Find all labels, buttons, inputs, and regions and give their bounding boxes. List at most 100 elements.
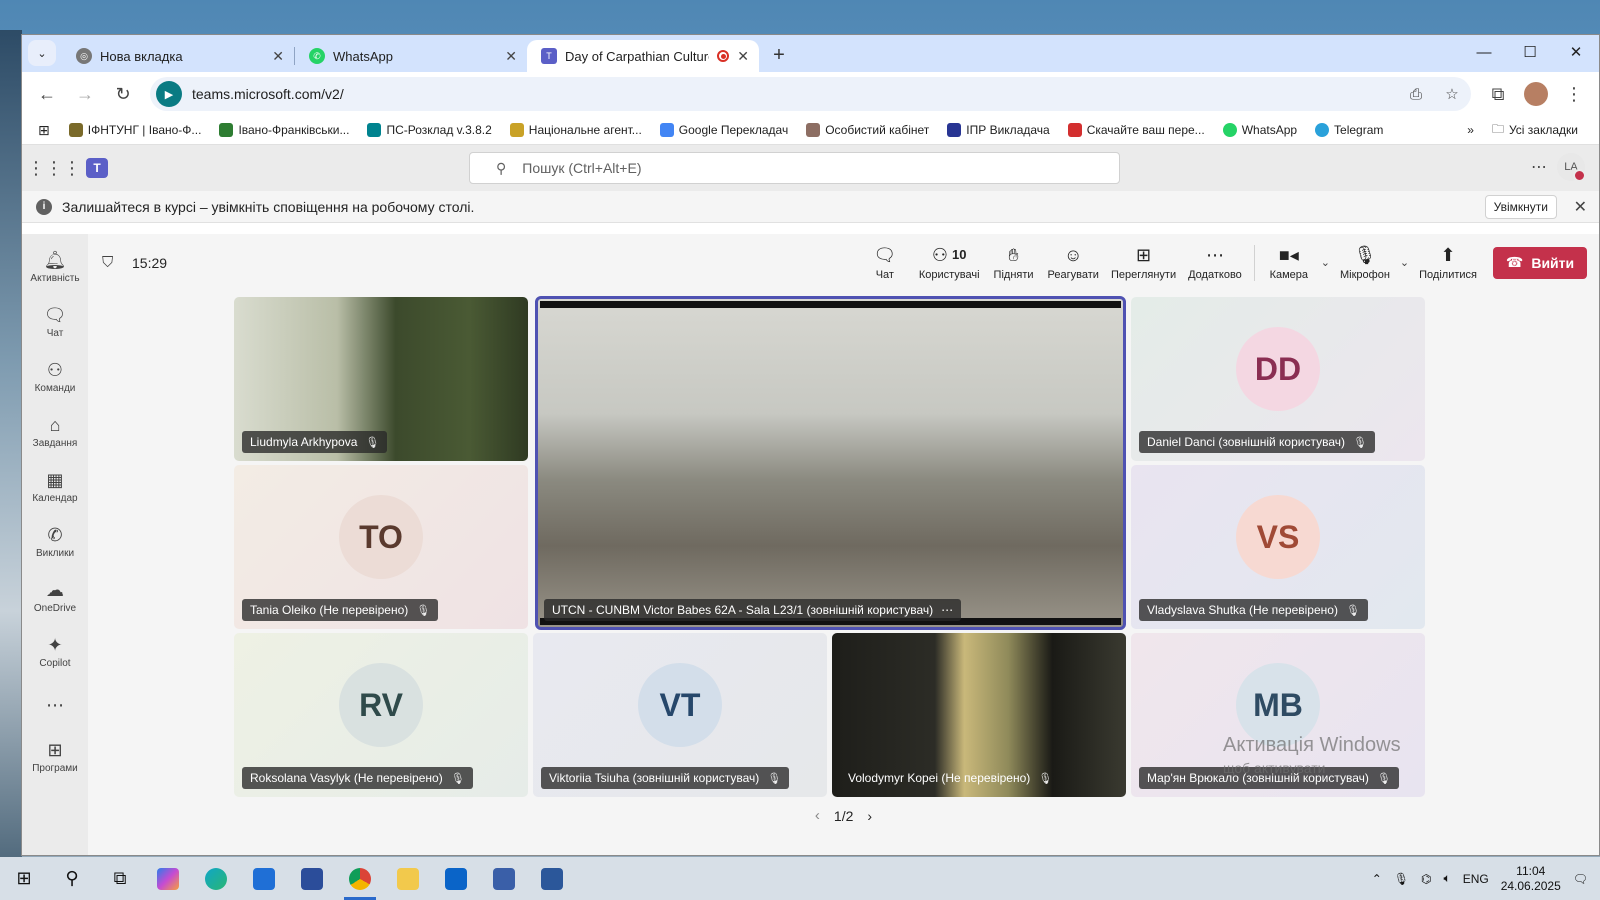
tab-teams-meeting[interactable]: T Day of Carpathian Culture ( ✕: [527, 40, 759, 72]
chevron-left-icon[interactable]: ‹: [815, 807, 820, 824]
copilot-icon[interactable]: [144, 857, 192, 900]
reload-icon[interactable]: ↻: [106, 77, 140, 111]
calculator-icon[interactable]: [480, 857, 528, 900]
rail-item-chat[interactable]: 🗨 Чат: [22, 295, 88, 350]
install-app-icon[interactable]: ⎙: [1403, 86, 1429, 103]
close-icon[interactable]: ✕: [1574, 197, 1587, 217]
more-options-icon[interactable]: ⋯: [1531, 157, 1547, 177]
raise-hand-button[interactable]: ✋︎ Підняти: [986, 244, 1042, 281]
chat-button[interactable]: 🗨 Чат: [857, 244, 913, 281]
leave-button[interactable]: ☎ Вийти: [1493, 246, 1587, 279]
apps-grid-icon[interactable]: ⊞: [34, 122, 60, 139]
bookmark-item[interactable]: Скачайте ваш пере...: [1059, 123, 1214, 137]
bookmark-favicon-icon: [1315, 123, 1330, 137]
extensions-icon[interactable]: ⧉: [1481, 77, 1515, 111]
participant-tile[interactable]: Liudmyla Arkhypova 🎙︎: [234, 297, 528, 461]
new-tab-button[interactable]: +: [765, 41, 793, 69]
tab-title: WhatsApp: [333, 48, 393, 64]
store-icon[interactable]: [240, 857, 288, 900]
participant-tile[interactable]: Volodymyr Kopei (Не перевірено) 🎙︎: [832, 633, 1126, 797]
address-bar[interactable]: ▶ teams.microsoft.com/v2/ ⎙ ☆: [150, 77, 1471, 111]
back-icon[interactable]: ←: [30, 77, 64, 111]
bookmark-item[interactable]: Telegram: [1306, 123, 1392, 137]
close-window-icon[interactable]: ✕: [1553, 35, 1599, 69]
chat-icon: 🗨: [873, 245, 897, 265]
more-apps-icon[interactable]: ⋯: [46, 680, 64, 730]
tab-search-button[interactable]: ⌄: [28, 40, 56, 66]
bookmark-star-icon[interactable]: ☆: [1439, 85, 1465, 103]
mic-off-icon: 🎙︎: [1038, 772, 1053, 785]
chevron-up-icon[interactable]: ⌃: [1372, 872, 1382, 886]
rail-item-calendar[interactable]: ▦ Календар: [22, 460, 88, 515]
windows-start-icon[interactable]: ⊞: [0, 857, 48, 900]
bookmark-item[interactable]: ІФНТУНГ | Івано-Ф...: [60, 123, 211, 137]
tab-close-icon[interactable]: ✕: [737, 48, 749, 65]
volume-icon[interactable]: 🔈︎: [1443, 871, 1450, 886]
search-icon[interactable]: ⚲: [48, 857, 96, 900]
microphone-icon[interactable]: 🎙︎: [1394, 872, 1409, 886]
rail-item-activity[interactable]: 🔔︎ Активність: [22, 240, 88, 295]
app-launcher-icon[interactable]: ⋮⋮⋮: [22, 158, 86, 179]
bookmark-item[interactable]: Національне агент...: [501, 123, 651, 137]
bookmark-item[interactable]: WhatsApp: [1214, 123, 1306, 137]
clock[interactable]: 11:04 24.06.2025: [1501, 864, 1561, 894]
file-explorer-icon[interactable]: [384, 857, 432, 900]
participant-tile[interactable]: TO Tania Oleiko (Не перевірено) 🎙︎: [234, 465, 528, 629]
people-button[interactable]: ⚇ 10 Користувачі: [913, 244, 986, 281]
participant-tile[interactable]: DD Daniel Danci (зовнішній користувач) 🎙︎: [1131, 297, 1425, 461]
language-indicator[interactable]: ENG: [1463, 872, 1489, 886]
profile-avatar[interactable]: [1519, 77, 1553, 111]
network-icon[interactable]: ⌬: [1421, 872, 1431, 886]
tab-new-tab[interactable]: ◎ Нова вкладка ✕: [62, 40, 294, 72]
edge-icon[interactable]: [192, 857, 240, 900]
outlook-icon[interactable]: [432, 857, 480, 900]
participant-tile-active[interactable]: UTCN - CUNBM Victor Babes 62A - Sala L23…: [535, 296, 1126, 630]
bookmark-label: WhatsApp: [1241, 123, 1298, 137]
participant-tile[interactable]: VT Viktoriia Tsiuha (зовнішній користува…: [533, 633, 827, 797]
share-button[interactable]: ⬆ Поділитися: [1413, 244, 1483, 281]
save-icon[interactable]: [288, 857, 336, 900]
search-input[interactable]: ⚲ Пошук (Ctrl+Alt+E): [469, 152, 1120, 184]
shield-icon[interactable]: ⛉: [102, 254, 113, 271]
site-info-icon[interactable]: ▶: [156, 81, 182, 107]
more-icon[interactable]: ⋯: [941, 603, 953, 617]
chevron-down-icon[interactable]: ⌄: [1321, 256, 1330, 269]
notifications-icon[interactable]: 🗨: [1573, 872, 1588, 886]
people-icon: ⚇ 10: [931, 245, 967, 265]
word-icon[interactable]: [528, 857, 576, 900]
rail-item-apps[interactable]: ⊞ Програми: [22, 730, 88, 785]
chevron-down-icon[interactable]: ⌄: [1400, 256, 1409, 269]
bookmark-item[interactable]: Google Перекладач: [651, 123, 797, 137]
browser-menu-icon[interactable]: ⋮: [1557, 77, 1591, 111]
more-button[interactable]: ⋯ Додатково: [1182, 244, 1248, 281]
rail-item-copilot[interactable]: ✦ Copilot: [22, 625, 88, 680]
rail-item-tasks[interactable]: ⌂ Завдання: [22, 405, 88, 460]
bookmark-item[interactable]: ІПР Викладача: [938, 123, 1058, 137]
view-button[interactable]: ⊞ Переглянути: [1105, 244, 1182, 281]
maximize-icon[interactable]: ☐: [1507, 35, 1553, 69]
bookmark-item[interactable]: ПС-Розклад v.3.8.2: [358, 123, 500, 137]
url-text[interactable]: teams.microsoft.com/v2/: [192, 86, 1393, 102]
forward-icon[interactable]: →: [68, 77, 102, 111]
task-view-icon[interactable]: ⧉: [96, 857, 144, 900]
rail-item-calls[interactable]: ✆ Виклики: [22, 515, 88, 570]
rail-item-onedrive[interactable]: ☁ OneDrive: [22, 570, 88, 625]
camera-button[interactable]: ■◂ Камера: [1261, 244, 1317, 281]
microphone-button[interactable]: 🎙︎ Мікрофон: [1334, 244, 1396, 281]
chevron-right-icon[interactable]: ›: [867, 808, 872, 824]
enable-notifications-button[interactable]: Увімкнути: [1484, 195, 1557, 219]
participant-tile[interactable]: RV Roksolana Vasylyk (Не перевірено) 🎙︎: [234, 633, 528, 797]
rail-item-teams[interactable]: ⚇ Команди: [22, 350, 88, 405]
participant-tile[interactable]: VS Vladyslava Shutka (Не перевірено) 🎙︎: [1131, 465, 1425, 629]
react-button[interactable]: ☺ Реагувати: [1042, 244, 1105, 281]
tab-close-icon[interactable]: ✕: [505, 48, 517, 65]
bookmark-item[interactable]: Особистий кабінет: [797, 123, 938, 137]
tab-close-icon[interactable]: ✕: [272, 48, 284, 65]
all-bookmarks-folder[interactable]: 🗀 Усі закладки: [1483, 120, 1587, 141]
bookmarks-overflow-icon[interactable]: »: [1458, 123, 1483, 137]
minimize-icon[interactable]: —: [1461, 35, 1507, 69]
chrome-icon[interactable]: [336, 857, 384, 900]
bookmark-item[interactable]: Івано-Франківськи...: [210, 123, 358, 137]
tab-whatsapp[interactable]: ✆ WhatsApp ✕: [295, 40, 527, 72]
user-avatar[interactable]: LA: [1557, 153, 1586, 182]
